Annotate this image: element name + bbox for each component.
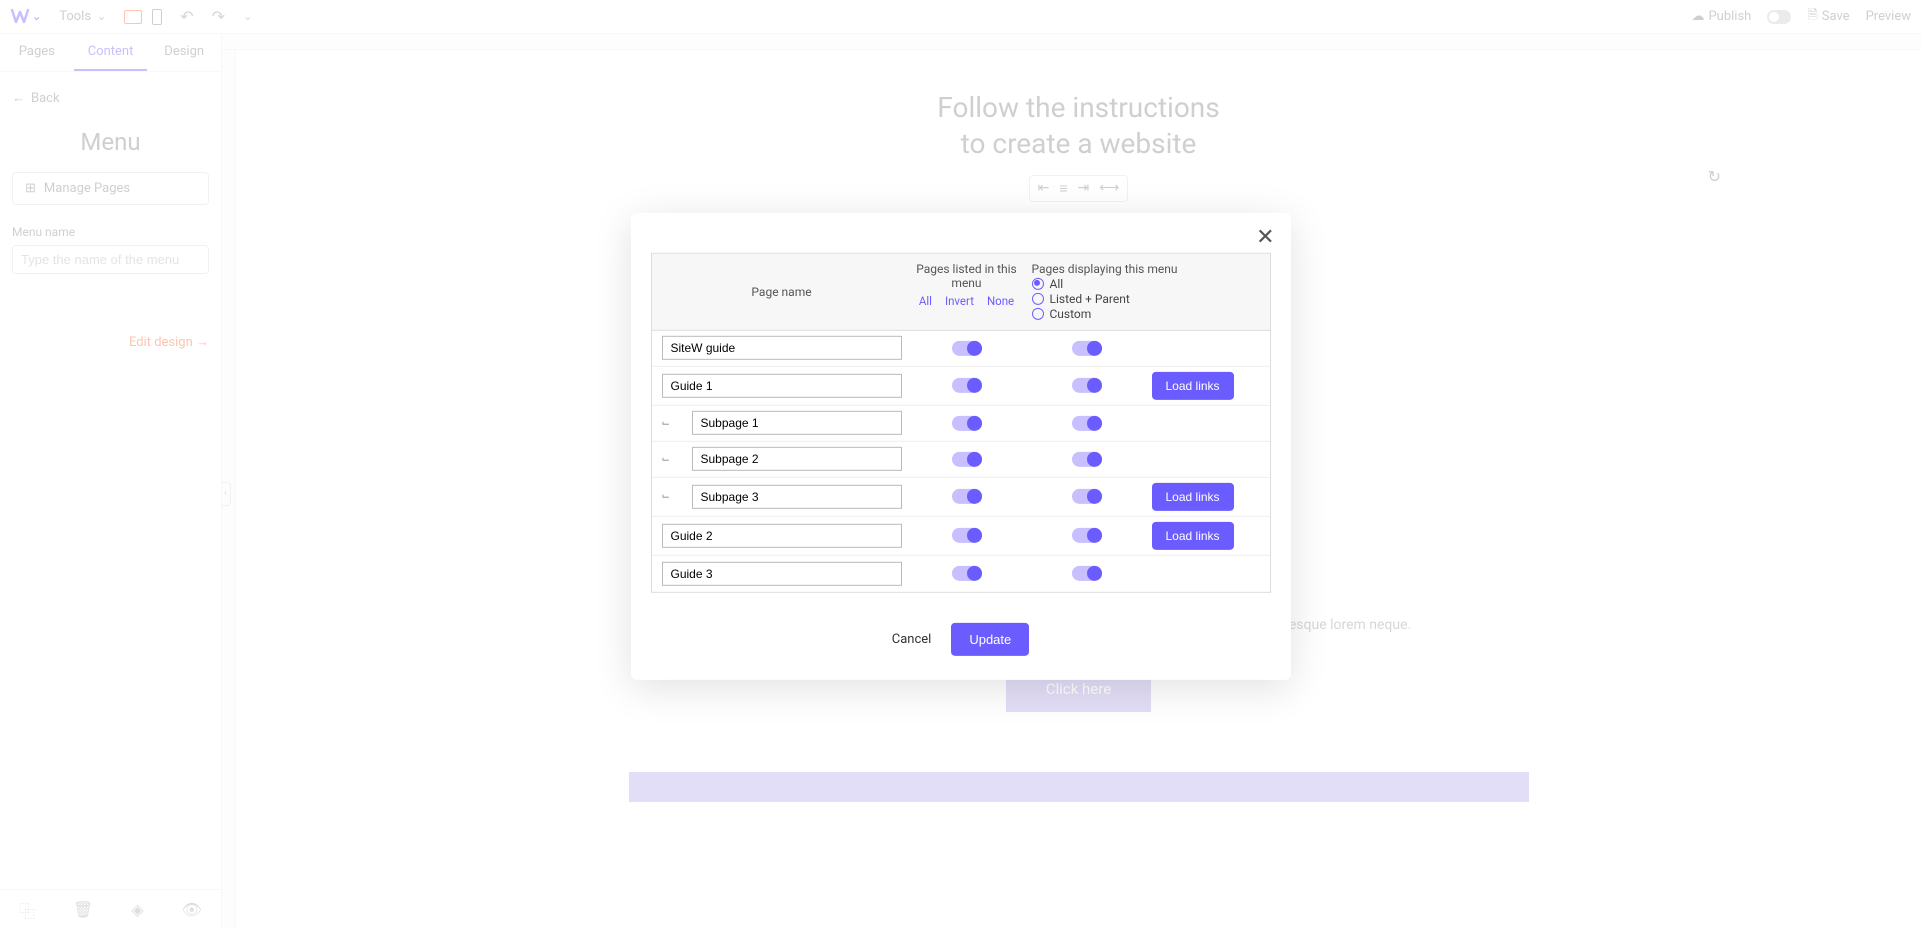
page-name-input[interactable] [662, 336, 902, 360]
display-toggle[interactable] [1072, 489, 1102, 504]
subpage-indent-icon: ⌙ [662, 491, 676, 502]
page-name-input[interactable] [692, 447, 902, 471]
page-row [652, 555, 1270, 591]
listed-toggle[interactable] [952, 451, 982, 466]
page-row: ⌙ Load links [652, 477, 1270, 516]
display-toggle[interactable] [1072, 566, 1102, 581]
page-name-input[interactable] [662, 523, 902, 547]
listed-toggle[interactable] [952, 378, 982, 393]
listed-toggle[interactable] [952, 528, 982, 543]
menu-pages-modal: ✕ Page name Pages listed in this menu Al… [631, 212, 1291, 679]
radio-listed-parent[interactable]: Listed + Parent [1032, 291, 1260, 305]
radio-icon [1032, 292, 1044, 304]
page-name-input[interactable] [662, 561, 902, 585]
radio-icon [1032, 277, 1044, 289]
load-links-button[interactable]: Load links [1152, 371, 1234, 399]
filter-invert[interactable]: Invert [945, 293, 974, 307]
col-pages-displaying: Pages displaying this menu All Listed + … [1032, 261, 1260, 321]
page-row: ⌙ [652, 441, 1270, 477]
page-name-input[interactable] [662, 373, 902, 397]
col-pages-listed: Pages listed in this menu All Invert Non… [902, 261, 1032, 321]
subpage-indent-icon: ⌙ [662, 453, 676, 464]
display-toggle[interactable] [1072, 451, 1102, 466]
load-links-button[interactable]: Load links [1152, 482, 1234, 510]
display-toggle[interactable] [1072, 528, 1102, 543]
update-button[interactable]: Update [951, 622, 1029, 655]
listed-toggle[interactable] [952, 340, 982, 355]
close-icon[interactable]: ✕ [1256, 224, 1274, 249]
radio-custom[interactable]: Custom [1032, 306, 1260, 320]
page-row [652, 330, 1270, 366]
page-name-input[interactable] [692, 411, 902, 435]
display-toggle[interactable] [1072, 415, 1102, 430]
listed-toggle[interactable] [952, 489, 982, 504]
listed-toggle[interactable] [952, 566, 982, 581]
radio-all[interactable]: All [1032, 276, 1260, 290]
radio-icon [1032, 307, 1044, 319]
subpage-indent-icon: ⌙ [662, 417, 676, 428]
display-toggle[interactable] [1072, 340, 1102, 355]
page-name-input[interactable] [692, 484, 902, 508]
modal-header: Page name Pages listed in this menu All … [652, 253, 1270, 330]
page-row: Load links [652, 366, 1270, 405]
page-row: Load links [652, 516, 1270, 555]
page-row: ⌙ [652, 405, 1270, 441]
display-toggle[interactable] [1072, 378, 1102, 393]
load-links-button[interactable]: Load links [1152, 521, 1234, 549]
cancel-button[interactable]: Cancel [892, 631, 932, 646]
filter-all[interactable]: All [919, 293, 932, 307]
col-page-name: Page name [662, 261, 902, 321]
filter-none[interactable]: None [987, 293, 1014, 307]
listed-toggle[interactable] [952, 415, 982, 430]
